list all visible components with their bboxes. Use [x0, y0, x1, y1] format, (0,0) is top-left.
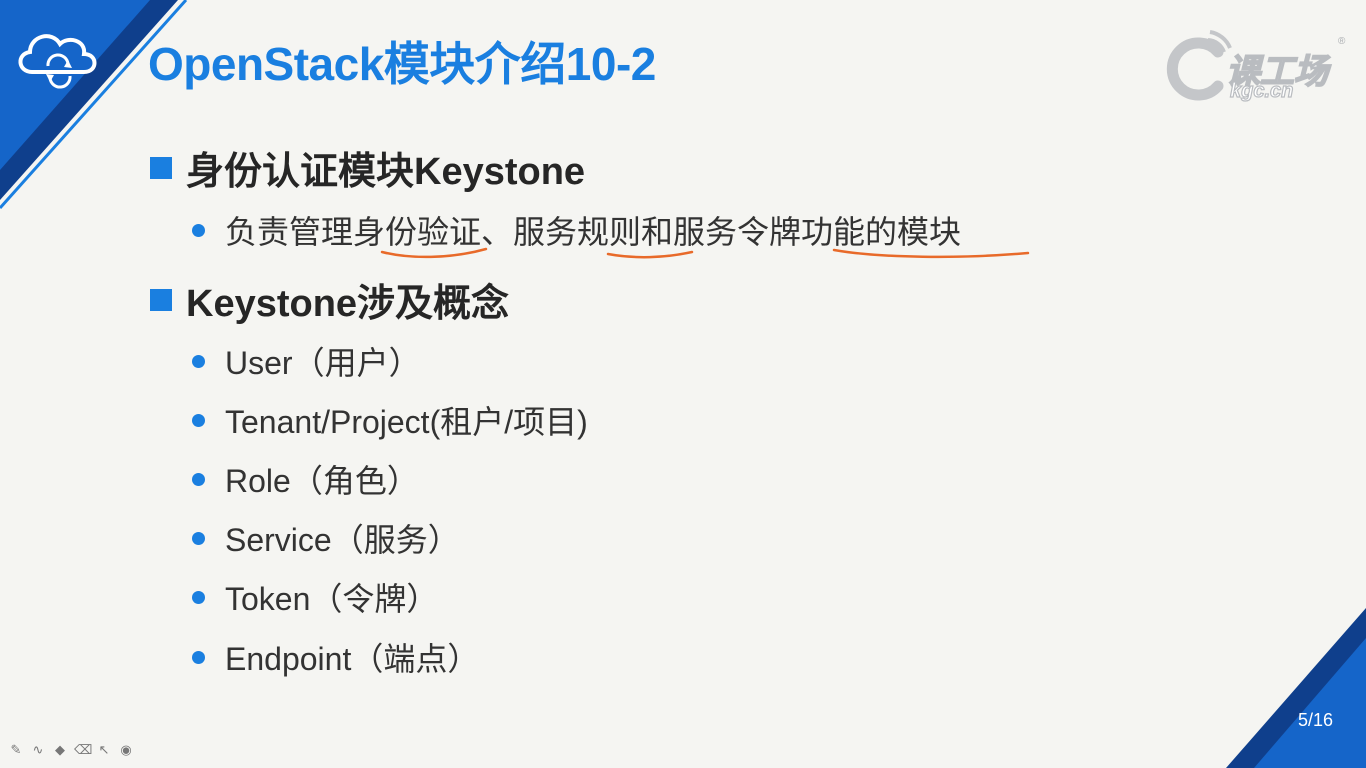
list-item-text: Tenant/Project(租户/项目)	[225, 404, 588, 440]
section-heading: 身份认证模块Keystone	[150, 140, 585, 195]
pointer-icon[interactable]: ↖	[96, 742, 112, 760]
curve-icon[interactable]: ∿	[30, 742, 46, 760]
corner-decoration-bottom-right	[1226, 608, 1366, 768]
list-item: 负责管理身份验证、服务规则和服务令牌功能的模块	[192, 207, 961, 253]
list-item-text: Token（令牌）	[225, 581, 439, 617]
logo-c-icon	[1166, 30, 1232, 101]
pen-toolbar: ✎ ∿ ◆ ⌫ ↖ ◉	[8, 742, 134, 760]
list-item: Tenant/Project(租户/项目)	[192, 397, 588, 443]
section-heading-text: 身份认证模块Keystone	[186, 151, 586, 193]
logo-domain: kgc.cn	[1229, 79, 1294, 102]
dot-bullet-icon	[192, 223, 205, 237]
list-item: Endpoint（端点）	[192, 634, 479, 680]
brand-logo: 课工场 kgc.cn ®	[1160, 22, 1356, 108]
list-item: Token（令牌）	[192, 574, 438, 620]
list-item-text: User（用户）	[225, 345, 421, 381]
record-icon[interactable]: ◉	[118, 742, 134, 760]
highlighter-icon[interactable]: ◆	[52, 742, 68, 760]
dot-bullet-icon	[192, 413, 205, 427]
list-item-text: 负责管理身份验证、服务规则和服务令牌功能的模块	[225, 214, 962, 250]
list-item-text: Service（服务）	[225, 522, 460, 558]
slide: OpenStack模块介绍10-2 课工场 kgc.cn ® 身份认证模块Key…	[0, 0, 1366, 768]
dot-bullet-icon	[192, 650, 205, 664]
section-heading: Keystone涉及概念	[150, 272, 509, 327]
list-item-text: Role（角色）	[225, 463, 419, 499]
pen-icon[interactable]: ✎	[8, 742, 24, 760]
list-item: Role（角色）	[192, 456, 419, 502]
section-heading-text: Keystone涉及概念	[186, 283, 510, 325]
registered-mark: ®	[1338, 36, 1346, 47]
square-bullet-icon	[150, 156, 172, 179]
list-item: Service（服务）	[192, 515, 460, 561]
list-item: User（用户）	[192, 338, 421, 384]
eraser-icon[interactable]: ⌫	[74, 742, 92, 760]
cloud-sync-icon	[18, 34, 97, 89]
square-bullet-icon	[150, 288, 172, 311]
list-item-text: Endpoint（端点）	[225, 641, 480, 677]
dot-bullet-icon	[192, 531, 205, 545]
slide-title: OpenStack模块介绍10-2	[148, 38, 656, 90]
page-number: 5/16	[1298, 710, 1334, 730]
dot-bullet-icon	[192, 354, 205, 368]
dot-bullet-icon	[192, 590, 205, 604]
dot-bullet-icon	[192, 472, 205, 486]
